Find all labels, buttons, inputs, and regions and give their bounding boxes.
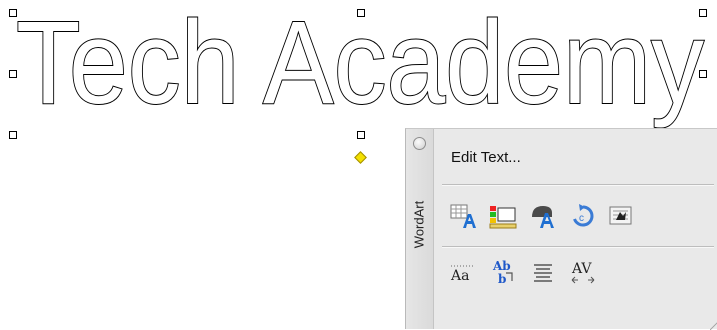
toolbar-title: WordArt (411, 200, 427, 249)
edit-text-button[interactable]: Edit Text... (451, 149, 521, 166)
resize-handle-left[interactable] (9, 70, 17, 78)
same-letter-heights-button[interactable]: Aa (448, 257, 478, 287)
svg-text:Aa: Aa (450, 268, 469, 284)
wordart-text-graphic[interactable]: Tech Academy (0, 0, 717, 140)
wordart-gallery-icon (450, 204, 476, 228)
svg-text:c: c (579, 213, 584, 224)
wordart-toolbar: WordArt Edit Text... c Aa Ab b AV (405, 128, 717, 330)
character-spacing-button[interactable]: AV (568, 257, 598, 287)
same-letter-heights-icon: Aa (450, 265, 475, 284)
alignment-button[interactable] (528, 257, 558, 287)
free-rotate-icon: c (573, 204, 594, 227)
svg-text:b: b (498, 272, 506, 286)
resize-handle-top[interactable] (357, 9, 365, 17)
toolbar-divider (442, 184, 714, 186)
wordart-shape-button[interactable] (528, 201, 558, 231)
toolbar-divider (442, 246, 714, 248)
close-icon[interactable] (413, 137, 426, 150)
resize-handle-bottom-left[interactable] (9, 131, 17, 139)
wordart-gallery-button[interactable] (448, 201, 478, 231)
format-wordart-icon (489, 206, 517, 229)
character-spacing-icon: AV (571, 261, 595, 284)
free-rotate-button[interactable]: c (568, 201, 598, 231)
resize-grip-icon[interactable] (710, 320, 717, 330)
text-wrapping-icon (609, 206, 632, 225)
vertical-text-icon: Ab b (492, 259, 513, 286)
adjust-handle[interactable] (354, 151, 367, 164)
text-wrapping-button[interactable] (606, 201, 636, 231)
svg-text:AV: AV (571, 261, 592, 277)
resize-handle-top-left[interactable] (9, 9, 17, 17)
resize-handle-bottom[interactable] (357, 131, 365, 139)
toolbar-body: Edit Text... c Aa Ab b AV (434, 129, 717, 330)
wordart-text[interactable]: Tech Academy (15, 0, 705, 130)
wordart-object[interactable]: Tech Academy (0, 0, 717, 164)
wordart-shape-icon (532, 206, 554, 228)
vertical-text-button[interactable]: Ab b (488, 257, 518, 287)
toolbar-titlebar[interactable]: WordArt (406, 129, 434, 329)
resize-handle-right[interactable] (699, 70, 707, 78)
alignment-icon (534, 264, 552, 282)
svg-text:Ab: Ab (492, 259, 511, 273)
resize-handle-top-right[interactable] (699, 9, 707, 17)
format-wordart-button[interactable] (488, 201, 518, 231)
